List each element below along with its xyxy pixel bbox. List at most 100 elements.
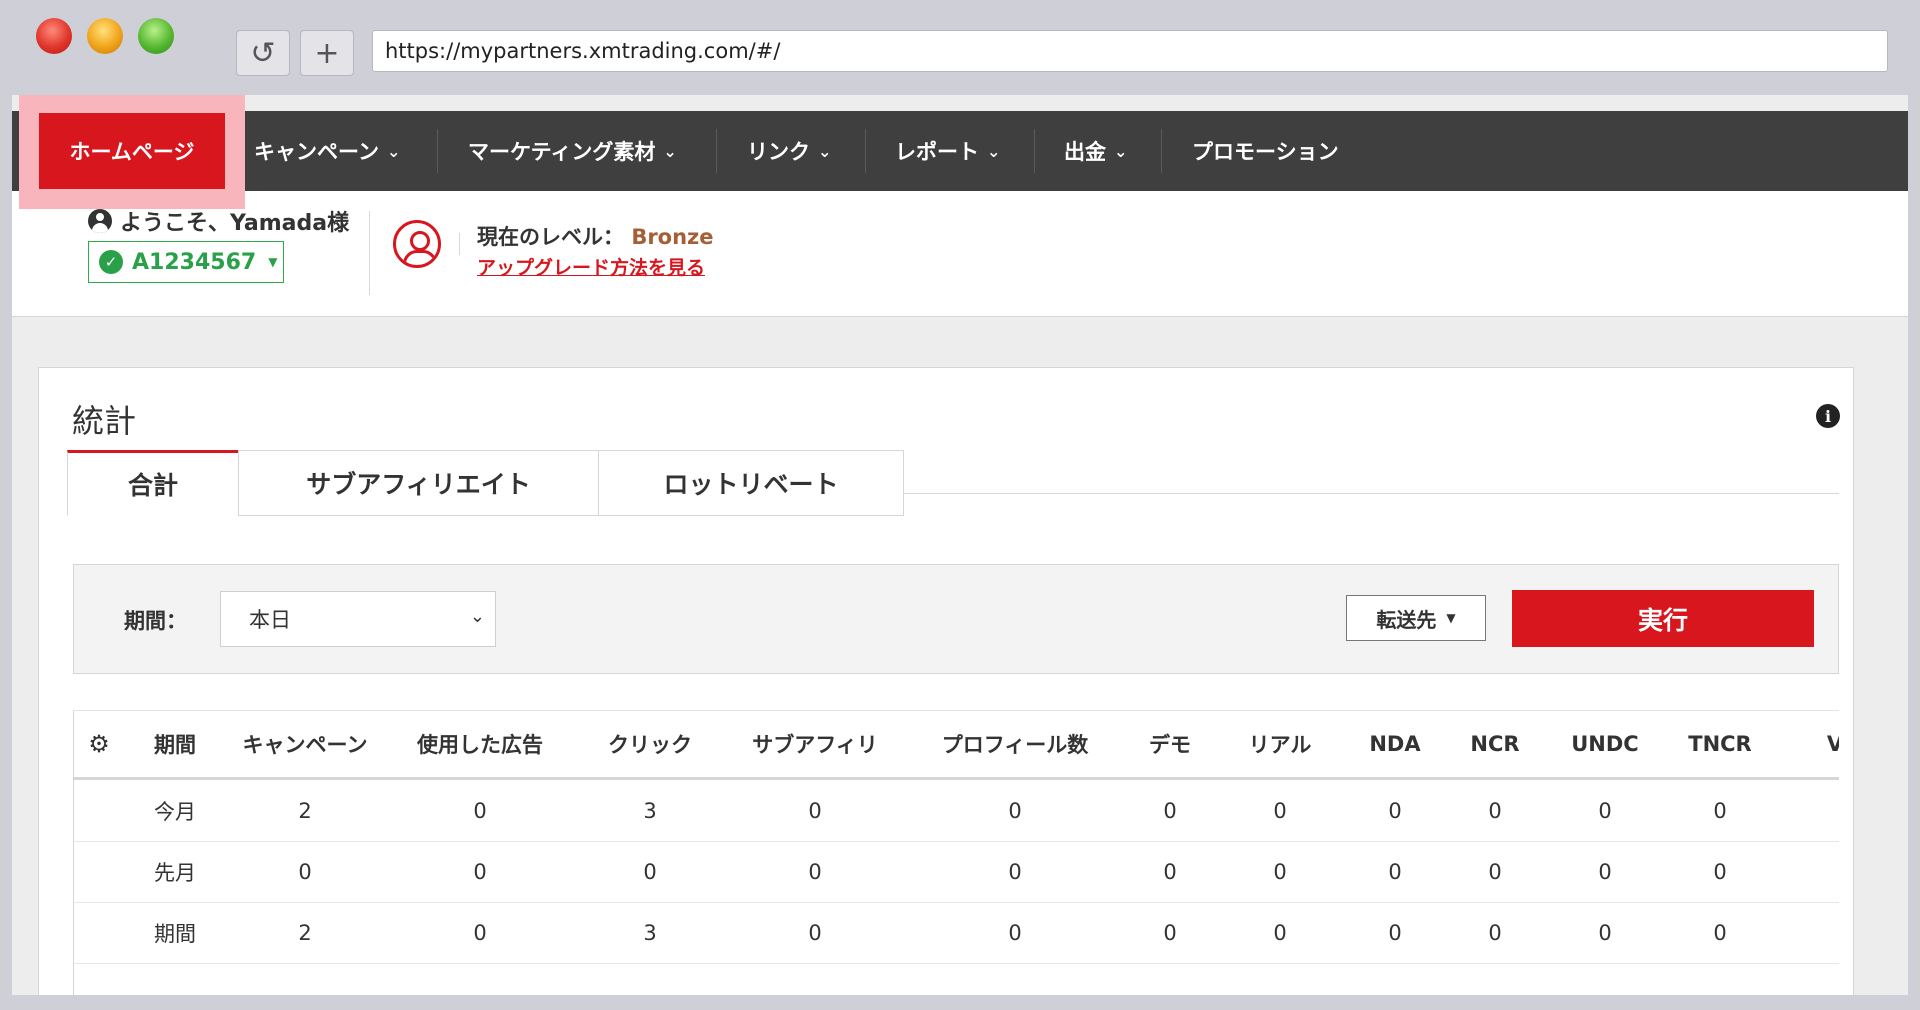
divider [459, 233, 460, 255]
main-nav: キャンペーン ⌄ マーケティング素材 ⌄ リンク ⌄ レポート ⌄ 出金 ⌄ プロモーショ… [12, 111, 1908, 191]
level-label: 現在のレベル： Bronze [477, 221, 714, 251]
column-header[interactable]: リアル [1215, 711, 1345, 777]
table-cell: 0 [1388, 920, 1402, 945]
table-cell: 0 [473, 920, 487, 945]
period-select-value: 本日 [249, 608, 291, 632]
column-header[interactable]: キャンペーン [225, 711, 385, 777]
nav-item-marketing[interactable]: マーケティング素材 ⌄ [468, 111, 677, 191]
table-cell: 今月 [154, 799, 196, 824]
table-cell: 0 [473, 798, 487, 823]
stats-card: 統計 i 合計 サブアフィリエイト ロットリベート 期間： 本日 ⌄ 転送先 ▼… [38, 367, 1854, 995]
minimize-window-icon[interactable] [87, 18, 123, 54]
table-cell: 0 [1598, 920, 1612, 945]
table-cell: 0 [1713, 859, 1727, 884]
caret-down-icon: ▼ [268, 255, 278, 269]
user-icon [88, 209, 112, 233]
run-button[interactable]: 実行 [1512, 590, 1814, 647]
upgrade-link[interactable]: アップグレード方法を見る [477, 253, 705, 280]
nav-divider [1161, 129, 1162, 173]
browser-chrome: ↺ + https://mypartners.xmtrading.com/#/ [0, 0, 1920, 95]
reload-icon: ↺ [250, 35, 276, 71]
column-header[interactable]: NCR [1445, 711, 1545, 777]
plus-icon: + [314, 35, 340, 71]
table-cell: 0 [1488, 859, 1502, 884]
forward-to-label: 転送先 [1376, 607, 1437, 632]
welcome-text: ようこそ、Yamada様 [120, 211, 350, 236]
table-cell: 0 [808, 920, 822, 945]
table-cell: 0 [1598, 859, 1612, 884]
table-cell: 0 [643, 859, 657, 884]
table-cell: 期間 [154, 921, 196, 946]
nav-item-report[interactable]: レポート ⌄ [895, 111, 1000, 191]
chevron-down-icon: ⌄ [386, 141, 401, 161]
table-cell: 2 [298, 798, 312, 823]
table-cell: 0 [1273, 798, 1287, 823]
tab-lot-rebate[interactable]: ロットリベート [598, 450, 904, 516]
nav-item-label: 出金 [1064, 140, 1106, 164]
nav-item-label: リンク [747, 140, 810, 164]
table-cell: 0 [473, 859, 487, 884]
user-level-icon [393, 220, 441, 268]
column-header[interactable]: 期間 [125, 711, 225, 777]
level-value: Bronze [631, 225, 714, 249]
nav-item-label: キャンペーン [254, 140, 379, 164]
table-cell: 0 [1388, 798, 1402, 823]
table-cell: 0 [1163, 859, 1177, 884]
nav-divider [716, 129, 717, 173]
table-cell: 0 [1388, 859, 1402, 884]
table-cell: 0 [1488, 920, 1502, 945]
filter-bar: 期間： 本日 ⌄ 転送先 ▼ 実行 [73, 564, 1839, 674]
nav-divider [437, 129, 438, 173]
period-select[interactable]: 本日 ⌄ [220, 591, 496, 647]
table-cell: 3 [643, 920, 657, 945]
nav-item-label: レポート [895, 140, 979, 164]
table-cell: 0 [298, 859, 312, 884]
tab-sub-affiliate[interactable]: サブアフィリエイト [238, 450, 599, 516]
table-cell: 0 [1273, 859, 1287, 884]
chevron-down-icon: ⌄ [469, 606, 485, 627]
column-header[interactable]: サブアフィリ [725, 711, 905, 777]
column-header[interactable]: クリック [575, 711, 725, 777]
table-cell: 3 [643, 798, 657, 823]
nav-item-links[interactable]: リンク ⌄ [747, 111, 831, 191]
nav-item-label: プロモーション [1192, 140, 1339, 164]
stats-title: 統計 [72, 402, 137, 440]
page: キャンペーン ⌄ マーケティング素材 ⌄ リンク ⌄ レポート ⌄ 出金 ⌄ プロモーショ… [12, 95, 1908, 995]
column-header[interactable]: デモ [1125, 711, 1215, 777]
nav-item-home[interactable]: ホームページ [39, 113, 225, 189]
column-header[interactable]: UNDC [1545, 711, 1665, 777]
welcome-message: ようこそ、Yamada様 [88, 205, 349, 237]
reload-button[interactable]: ↺ [236, 30, 290, 76]
column-header[interactable]: 使用した広告 [385, 711, 575, 777]
info-icon[interactable]: i [1816, 404, 1840, 428]
table-cell: 0 [1598, 798, 1612, 823]
maximize-window-icon[interactable] [138, 18, 174, 54]
column-header[interactable]: V [1775, 711, 1839, 777]
tab-total[interactable]: 合計 [67, 450, 239, 516]
table-cell: 0 [1488, 798, 1502, 823]
nav-item-campaign[interactable]: キャンペーン ⌄ [254, 111, 400, 191]
stats-table: ⚙ 期間 キャンペーン 使用した広告 クリック サブアフィリ プロフィール数 デ… [73, 710, 1839, 995]
address-bar[interactable]: https://mypartners.xmtrading.com/#/ [372, 30, 1888, 72]
level-label-text: 現在のレベル： [477, 225, 624, 249]
divider [369, 211, 370, 295]
column-header[interactable]: TNCR [1665, 711, 1775, 777]
account-selector[interactable]: ✓ A1234567 ▼ [88, 241, 284, 283]
nav-item-withdrawal[interactable]: 出金 ⌄ [1064, 111, 1127, 191]
gear-icon: ⚙ [88, 730, 110, 758]
close-window-icon[interactable] [36, 18, 72, 54]
account-id: A1234567 [132, 249, 257, 275]
nav-item-promotion[interactable]: プロモーション [1192, 111, 1339, 191]
new-tab-button[interactable]: + [300, 30, 354, 76]
table-cell: 0 [1713, 798, 1727, 823]
table-row: 期間 2 0 3 0 0 0 0 0 0 0 0 [73, 902, 1839, 964]
table-cell: 0 [808, 859, 822, 884]
column-header[interactable]: NDA [1345, 711, 1445, 777]
forward-to-button[interactable]: 転送先 ▼ [1346, 595, 1486, 641]
column-settings-button[interactable]: ⚙ [73, 711, 125, 777]
table-cell: 0 [1273, 920, 1287, 945]
chevron-down-icon: ⌄ [818, 141, 832, 161]
column-header[interactable]: プロフィール数 [905, 711, 1125, 777]
table-cell: 0 [1008, 920, 1022, 945]
table-cell: 先月 [154, 860, 196, 885]
